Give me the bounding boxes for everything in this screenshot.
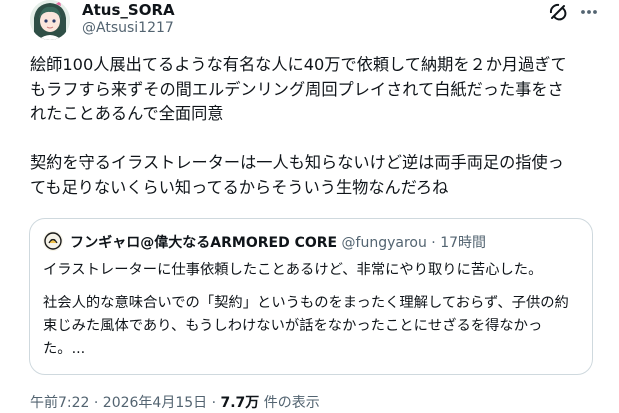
tweet-line: 契約を守るイラストレーターは一人も知らないけど逆は両手両足の指使っ — [30, 153, 564, 172]
views-label: 件の表示 — [259, 395, 320, 411]
quoted-post-body: イラストレーターに仕事依頼したことあるけど、非常にやり取りに苦心した。 社会人的… — [43, 259, 583, 361]
post: Atus_SORA @Atsusi1217 絵師100人展出てるような有名な人に… — [0, 0, 619, 413]
tweet-line: れたことあるんで全面同意 — [30, 104, 224, 123]
quoted-post[interactable]: フンギャロ@偉大なるARMORED CORE @fungyarou · 17時間… — [29, 218, 593, 375]
author-avatar[interactable] — [30, 0, 70, 40]
tweet-body: 絵師100人展出てるような有名な人に40万で依頼して納期を２か月過ぎて もラフす… — [30, 53, 605, 200]
post-timestamp[interactable]: 午前7:22 · 2026年4月15日 · — [30, 395, 221, 411]
quoted-line: 束じみた風体であり、もうしわけないが話をなかったことにせざるを得なかっ — [43, 318, 543, 334]
quoted-user-meta: @fungyarou · 17時間 — [337, 235, 487, 251]
views-count: 7.7万 — [220, 395, 260, 411]
quoted-user-avatar-icon — [43, 231, 63, 251]
anime-girl-avatar-icon — [30, 0, 70, 40]
author-handle[interactable]: @Atsusi1217 — [82, 20, 174, 36]
quoted-user-name[interactable]: フンギャロ@偉大なるARMORED CORE — [70, 235, 337, 251]
quoted-user-avatar — [43, 231, 63, 251]
quoted-post-header: フンギャロ@偉大なるARMORED CORE @fungyarou · 17時間 — [70, 232, 486, 252]
post-metadata: 午前7:22 · 2026年4月15日 · 7.7万 件の表示 — [30, 392, 320, 412]
tweet-line: 絵師100人展出てるような有名な人に40万で依頼して納期を２か月過ぎて — [30, 55, 567, 74]
quoted-line: イラストレーターに仕事依頼したことあるけど、非常にやり取りに苦心した。 — [43, 262, 543, 278]
author-display-name[interactable]: Atus_SORA — [82, 1, 175, 19]
quoted-line: た。... — [43, 341, 86, 357]
tweet-line: もラフすら来ずその間エルデンリング周回プレイされて白紙だった事をさ — [30, 79, 564, 99]
grok-icon[interactable] — [548, 2, 568, 22]
more-icon[interactable] — [579, 2, 599, 22]
tweet-line: ても足りないくらい知ってるからそういう生物なんだろね — [30, 177, 449, 197]
quoted-line: 社会人的な意味合いでの「契約」というものをまったく理解しておらず、子供の約 — [43, 295, 569, 311]
